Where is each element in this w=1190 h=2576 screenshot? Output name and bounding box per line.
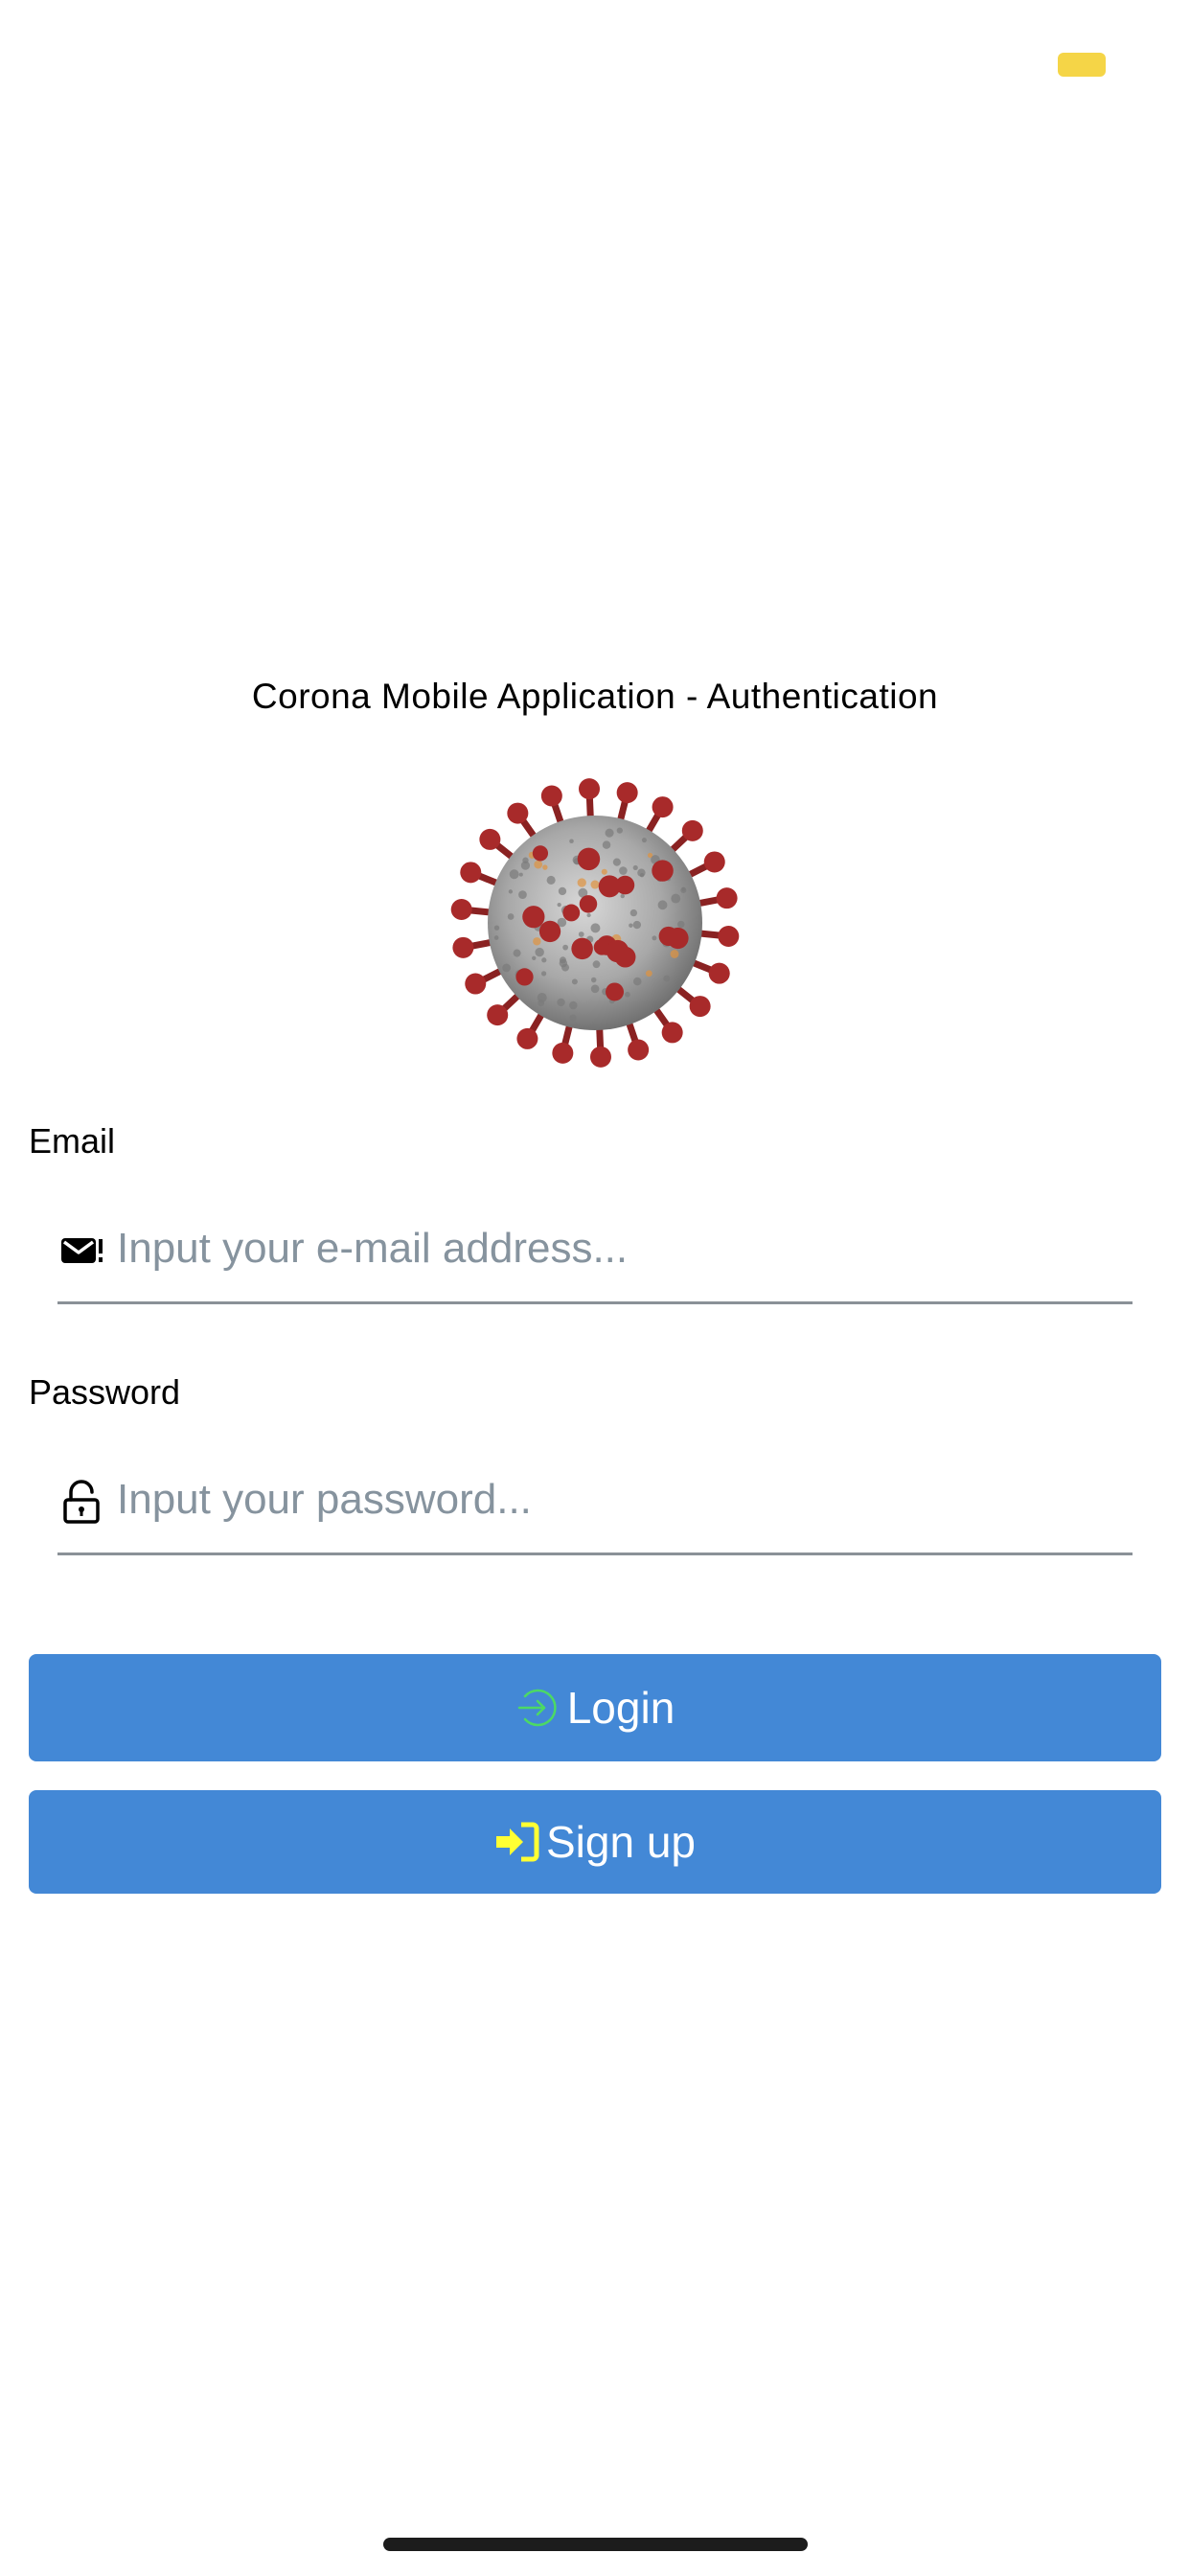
login-button[interactable]: Login [29,1654,1161,1761]
login-button-label: Login [567,1682,675,1734]
sign-in-icon [494,1819,540,1865]
signup-button[interactable]: Sign up [29,1790,1161,1894]
page-title: Corona Mobile Application - Authenticati… [0,677,1190,717]
password-label: Password [29,1372,180,1413]
password-field-container [57,1457,1133,1555]
coronavirus-image [446,774,744,1071]
password-input[interactable] [117,1466,1113,1533]
email-field-container [57,1206,1133,1304]
signup-button-label: Sign up [546,1816,696,1868]
login-circle-icon [515,1685,561,1731]
email-alert-icon [59,1229,105,1275]
lock-open-icon [59,1480,105,1526]
email-label: Email [29,1121,115,1162]
battery-icon [1058,53,1106,77]
email-input[interactable] [117,1215,1113,1282]
home-indicator [383,2538,808,2551]
